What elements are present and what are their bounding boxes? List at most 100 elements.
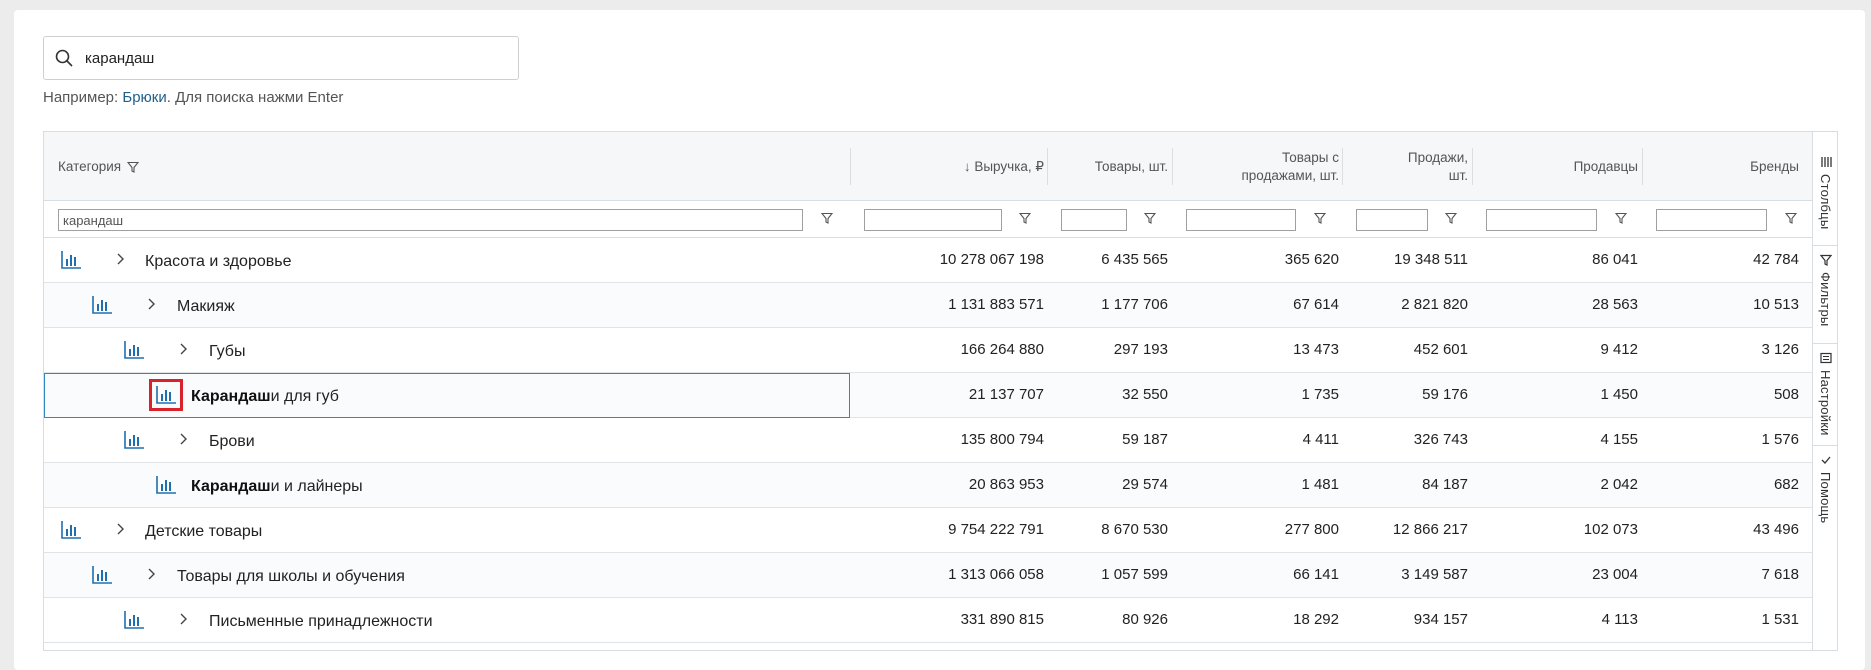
category-rest: и для губ	[270, 387, 339, 405]
search-input[interactable]	[83, 48, 518, 68]
cell-brands: 42 784	[1753, 250, 1799, 268]
cell-goods-with-sales: 4 411	[1302, 430, 1339, 448]
table-row-selected[interactable]: Карандаш и для губ 21 137 707 32 550 1 73…	[44, 373, 1813, 418]
bar-chart-icon[interactable]	[123, 430, 145, 450]
columns-icon	[1820, 157, 1832, 167]
filter-input-revenue[interactable]	[864, 209, 1002, 231]
col-revenue-label: ↓ Выручка, ₽	[963, 158, 1044, 174]
col-header-goods-with-sales[interactable]: Товары с продажами, шт.	[1179, 132, 1339, 201]
filter-input-sellers[interactable]	[1486, 209, 1597, 231]
cell-goods-with-sales: 1 735	[1301, 385, 1339, 403]
filter-icon[interactable]	[1019, 212, 1031, 224]
col-separator[interactable]	[1047, 148, 1048, 185]
col-header-category[interactable]: Категория	[58, 132, 140, 201]
bar-chart-icon[interactable]	[60, 520, 82, 540]
table-row[interactable]: Макияж 1 131 883 571 1 177 706 67 614 2 …	[44, 283, 1813, 328]
category-text: Красота и здоровье	[145, 252, 292, 270]
settings-icon	[1819, 352, 1832, 364]
col-header-goods[interactable]: Товары, шт.	[1054, 132, 1168, 201]
bar-chart-icon[interactable]	[149, 379, 183, 411]
filter-icon[interactable]	[127, 161, 140, 173]
cell-revenue: 9 754 222 791	[948, 520, 1044, 538]
category-name: Письменные принадлежности	[209, 599, 433, 644]
cell-sales: 84 187	[1422, 475, 1468, 493]
filter-icon[interactable]	[821, 212, 833, 224]
cell-revenue: 135 800 794	[960, 430, 1044, 448]
col-goods-label: Товары, шт.	[1094, 158, 1168, 174]
cell-revenue: 331 890 815	[960, 610, 1044, 628]
filter-icon[interactable]	[1144, 212, 1156, 224]
chevron-right-icon[interactable]	[178, 342, 188, 356]
cell-brands: 3 126	[1761, 340, 1799, 358]
filter-icon[interactable]	[1445, 212, 1457, 224]
table-row[interactable]: Губы 166 264 880 297 193 13 473 452 601 …	[44, 328, 1813, 373]
filter-icon	[1819, 254, 1832, 266]
col-header-sales[interactable]: Продажи, шт.	[1349, 132, 1468, 201]
side-tab-settings[interactable]: Настройки	[1813, 344, 1837, 446]
cell-sales: 12 866 217	[1392, 520, 1468, 538]
category-name: Красота и здоровье	[145, 239, 291, 284]
col-separator[interactable]	[1472, 148, 1473, 185]
col-separator[interactable]	[1342, 148, 1343, 185]
chevron-right-icon[interactable]	[115, 252, 125, 266]
category-name: Товары для школы и обучения	[177, 554, 405, 599]
cell-goods: 32 550	[1122, 385, 1168, 403]
filter-input-sales[interactable]	[1356, 209, 1428, 231]
col-separator[interactable]	[1642, 148, 1643, 185]
cell-sales: 452 601	[1413, 340, 1468, 358]
chevron-right-icon[interactable]	[178, 612, 188, 626]
hint-example-link[interactable]: Брюки	[122, 89, 166, 106]
chevron-right-icon[interactable]	[146, 567, 156, 581]
filter-input-category[interactable]	[58, 209, 803, 231]
col-header-brands[interactable]: Бренды	[1649, 132, 1799, 201]
cell-brands: 682	[1773, 475, 1799, 493]
side-tab-filters[interactable]: Фильтры	[1813, 246, 1837, 344]
table-row[interactable]: Детские товары 9 754 222 791 8 670 530 2…	[44, 508, 1813, 553]
table-row[interactable]: Товары для школы и обучения 1 313 066 05…	[44, 553, 1813, 598]
bar-chart-icon[interactable]	[60, 250, 82, 270]
filter-input-brands[interactable]	[1656, 209, 1767, 231]
chevron-right-icon[interactable]	[178, 432, 188, 446]
search-box[interactable]	[43, 36, 519, 80]
cell-brands: 7 618	[1761, 565, 1799, 583]
side-tab-columns[interactable]: Столбцы	[1813, 148, 1837, 246]
col-separator[interactable]	[1172, 148, 1173, 185]
cell-goods: 297 193	[1113, 340, 1168, 358]
chevron-right-icon[interactable]	[146, 297, 156, 311]
table-row[interactable]: Брови 135 800 794 59 187 4 411 326 743 4…	[44, 418, 1813, 463]
bar-chart-icon[interactable]	[91, 565, 113, 585]
filter-icon[interactable]	[1615, 212, 1627, 224]
bar-chart-icon[interactable]	[123, 610, 145, 630]
cell-goods: 80 926	[1122, 610, 1168, 628]
grid-main: Категория ↓ Выручка, ₽ Товары, шт. Товар…	[44, 132, 1813, 650]
bar-chart-icon[interactable]	[91, 295, 113, 315]
col-separator[interactable]	[850, 148, 851, 185]
table-row[interactable]: Красота и здоровье 10 278 067 198 6 435 …	[44, 238, 1813, 283]
table-row[interactable]: Карандаш и и лайнеры 20 863 953 29 574 1 …	[44, 463, 1813, 508]
cell-goods: 1 057 599	[1101, 565, 1168, 583]
col-header-sellers[interactable]: Продавцы	[1479, 132, 1638, 201]
cell-revenue: 1 131 883 571	[948, 295, 1044, 313]
filter-input-goods-with-sales[interactable]	[1186, 209, 1296, 231]
col-sales-line1: Продажи,	[1407, 149, 1468, 165]
side-tab-help[interactable]: Помощь	[1813, 446, 1837, 542]
bar-chart-icon[interactable]	[123, 340, 145, 360]
filter-icon[interactable]	[1785, 212, 1797, 224]
col-goods-with-sales-label: Товары с продажами, шт.	[1241, 149, 1339, 185]
chevron-right-icon[interactable]	[115, 522, 125, 536]
cell-revenue: 10 278 067 198	[939, 250, 1044, 268]
col-header-revenue[interactable]: ↓ Выручка, ₽	[854, 132, 1044, 201]
cell-revenue: 20 863 953	[968, 475, 1044, 493]
category-match: Карандаш	[191, 387, 271, 405]
grid-header: Категория ↓ Выручка, ₽ Товары, шт. Товар…	[44, 132, 1813, 201]
cell-goods-with-sales: 18 292	[1293, 610, 1339, 628]
hint-suffix: . Для поиска нажми Enter	[166, 89, 344, 106]
cell-sales: 19 348 511	[1394, 250, 1468, 268]
cell-brands: 43 496	[1753, 520, 1799, 538]
bar-chart-icon[interactable]	[155, 475, 177, 495]
col-brands-label: Бренды	[1750, 158, 1799, 174]
filter-icon[interactable]	[1314, 212, 1326, 224]
col-sales-label: Продажи, шт.	[1408, 149, 1468, 185]
table-row[interactable]: Письменные принадлежности 331 890 815 80…	[44, 598, 1813, 643]
filter-input-goods[interactable]	[1061, 209, 1127, 231]
